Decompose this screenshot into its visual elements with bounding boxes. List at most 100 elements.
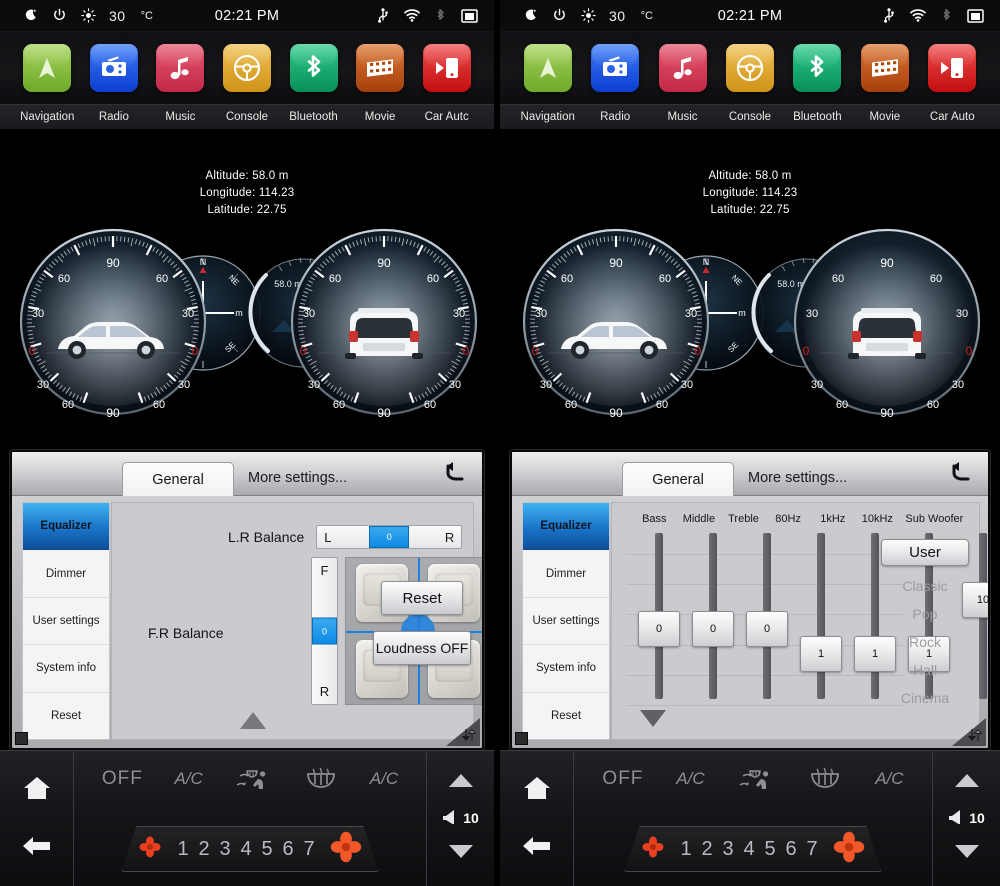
- back-arrow-icon[interactable]: [521, 834, 553, 863]
- triangle-down-icon[interactable]: [640, 710, 666, 727]
- moon-icon[interactable]: [22, 7, 39, 24]
- window-resize-handle[interactable]: [952, 718, 986, 746]
- band-thumb-middle[interactable]: 0: [692, 610, 734, 647]
- preset-pop[interactable]: Pop: [881, 600, 969, 628]
- film-strip-icon[interactable]: [860, 44, 909, 92]
- fan-level-5[interactable]: 5: [764, 838, 777, 861]
- sidebar-item-equalizer[interactable]: Equalizer: [23, 503, 109, 551]
- climate-ac-left-button[interactable]: A/C: [676, 769, 704, 789]
- sidebar-item-reset[interactable]: Reset: [523, 693, 609, 739]
- bluetooth-icon[interactable]: [793, 44, 842, 92]
- airflow-seat-icon[interactable]: [234, 766, 272, 792]
- fan-level-6[interactable]: 6: [282, 838, 295, 861]
- fan-level-3[interactable]: 3: [722, 838, 735, 861]
- brightness-icon[interactable]: [580, 7, 597, 24]
- moon-icon[interactable]: [522, 7, 539, 24]
- window-corner-handle[interactable]: [515, 732, 528, 745]
- fan-level-4[interactable]: 4: [743, 838, 756, 861]
- dock-item-bluetooth[interactable]: [285, 44, 343, 92]
- climate-off-button[interactable]: OFF: [102, 768, 143, 790]
- phone-link-icon[interactable]: [422, 44, 471, 92]
- radio-icon[interactable]: [591, 44, 640, 92]
- dock-item-movie[interactable]: [856, 44, 914, 92]
- triangle-up-icon[interactable]: [448, 773, 474, 793]
- preset-classic[interactable]: Classic: [881, 572, 969, 600]
- fr-balance-slider[interactable]: F 0 R: [311, 557, 338, 705]
- fan-small-icon[interactable]: [138, 835, 162, 864]
- band-thumb-treble[interactable]: 0: [746, 610, 788, 647]
- fan-level-3[interactable]: 3: [219, 838, 232, 861]
- lr-balance-slider[interactable]: L R 0: [316, 525, 463, 549]
- fan-level-2[interactable]: 2: [701, 838, 714, 861]
- dock-item-radio[interactable]: [586, 44, 644, 92]
- band-thumb-80hz[interactable]: 1: [800, 635, 842, 672]
- dock-item-console[interactable]: [218, 44, 276, 92]
- triangle-up-icon[interactable]: [240, 712, 266, 729]
- fan-small-icon[interactable]: [641, 835, 665, 864]
- equalizer-band-treble[interactable]: 0: [740, 529, 794, 707]
- back-arrow-icon[interactable]: [21, 834, 53, 863]
- defrost-icon[interactable]: [808, 766, 842, 792]
- tab-general[interactable]: General: [622, 462, 734, 496]
- dock-item-movie[interactable]: [351, 44, 409, 92]
- fan-level-6[interactable]: 6: [785, 838, 798, 861]
- sidebar-item-equalizer[interactable]: Equalizer: [523, 503, 609, 551]
- home-icon[interactable]: [522, 774, 552, 807]
- triangle-down-icon[interactable]: [954, 844, 980, 864]
- preset-user[interactable]: User: [881, 539, 969, 566]
- dock-item-car-auto[interactable]: [923, 44, 981, 92]
- phone-link-icon[interactable]: [928, 44, 977, 92]
- window-corner-handle[interactable]: [15, 732, 28, 745]
- preset-cinema[interactable]: Cinema: [881, 684, 969, 712]
- fr-balance-thumb[interactable]: 0: [312, 617, 337, 645]
- equalizer-band-middle[interactable]: 0: [686, 529, 740, 707]
- triangle-up-icon[interactable]: [954, 773, 980, 793]
- tab-more-settings[interactable]: More settings...: [234, 461, 361, 495]
- dock-item-bluetooth[interactable]: [788, 44, 846, 92]
- fan-speed-bar[interactable]: 1 2 3 4 5 6 7: [624, 826, 882, 872]
- dock-item-navigation[interactable]: [18, 44, 76, 92]
- music-note-icon[interactable]: [658, 44, 707, 92]
- dock-item-music[interactable]: [654, 44, 712, 92]
- fan-large-icon[interactable]: [330, 831, 362, 868]
- band-thumb-bass[interactable]: 0: [638, 610, 680, 647]
- sidebar-item-reset[interactable]: Reset: [23, 693, 109, 739]
- sidebar-item-system-info[interactable]: System info: [523, 645, 609, 693]
- steering-wheel-icon[interactable]: [725, 44, 774, 92]
- climate-ac-right-button[interactable]: A/C: [370, 769, 398, 789]
- tab-more-settings[interactable]: More settings...: [734, 461, 861, 495]
- dock-item-radio[interactable]: [85, 44, 143, 92]
- preset-hall[interactable]: Hall: [881, 656, 969, 684]
- fan-level-7[interactable]: 7: [303, 838, 316, 861]
- home-icon[interactable]: [22, 774, 52, 807]
- sidebar-item-system-info[interactable]: System info: [23, 645, 109, 693]
- dock-item-music[interactable]: [151, 44, 209, 92]
- sidebar-item-dimmer[interactable]: Dimmer: [23, 550, 109, 598]
- reset-button[interactable]: Reset: [381, 581, 464, 615]
- navigation-arrow-icon[interactable]: [23, 44, 72, 92]
- power-icon[interactable]: [51, 7, 68, 24]
- climate-off-button[interactable]: OFF: [602, 768, 643, 790]
- back-arrow-icon[interactable]: [440, 458, 470, 488]
- fan-level-5[interactable]: 5: [261, 838, 274, 861]
- brightness-icon[interactable]: [80, 7, 97, 24]
- speaker-icon[interactable]: [948, 809, 962, 827]
- fan-large-icon[interactable]: [833, 831, 865, 868]
- fan-level-2[interactable]: 2: [198, 838, 211, 861]
- airflow-seat-icon[interactable]: [737, 766, 775, 792]
- fan-level-7[interactable]: 7: [806, 838, 819, 861]
- fan-level-4[interactable]: 4: [240, 838, 253, 861]
- lr-balance-thumb[interactable]: 0: [369, 526, 410, 548]
- fan-level-1[interactable]: 1: [680, 838, 693, 861]
- bluetooth-icon[interactable]: [289, 44, 338, 92]
- music-note-icon[interactable]: [156, 44, 205, 92]
- navigation-arrow-icon[interactable]: [523, 44, 572, 92]
- fan-level-1[interactable]: 1: [177, 838, 190, 861]
- back-arrow-icon[interactable]: [946, 458, 976, 488]
- defrost-icon[interactable]: [304, 766, 338, 792]
- climate-ac-left-button[interactable]: A/C: [174, 769, 202, 789]
- power-icon[interactable]: [551, 7, 568, 24]
- tab-general[interactable]: General: [122, 462, 234, 496]
- sidebar-item-user-settings[interactable]: User settings: [23, 598, 109, 646]
- film-strip-icon[interactable]: [356, 44, 405, 92]
